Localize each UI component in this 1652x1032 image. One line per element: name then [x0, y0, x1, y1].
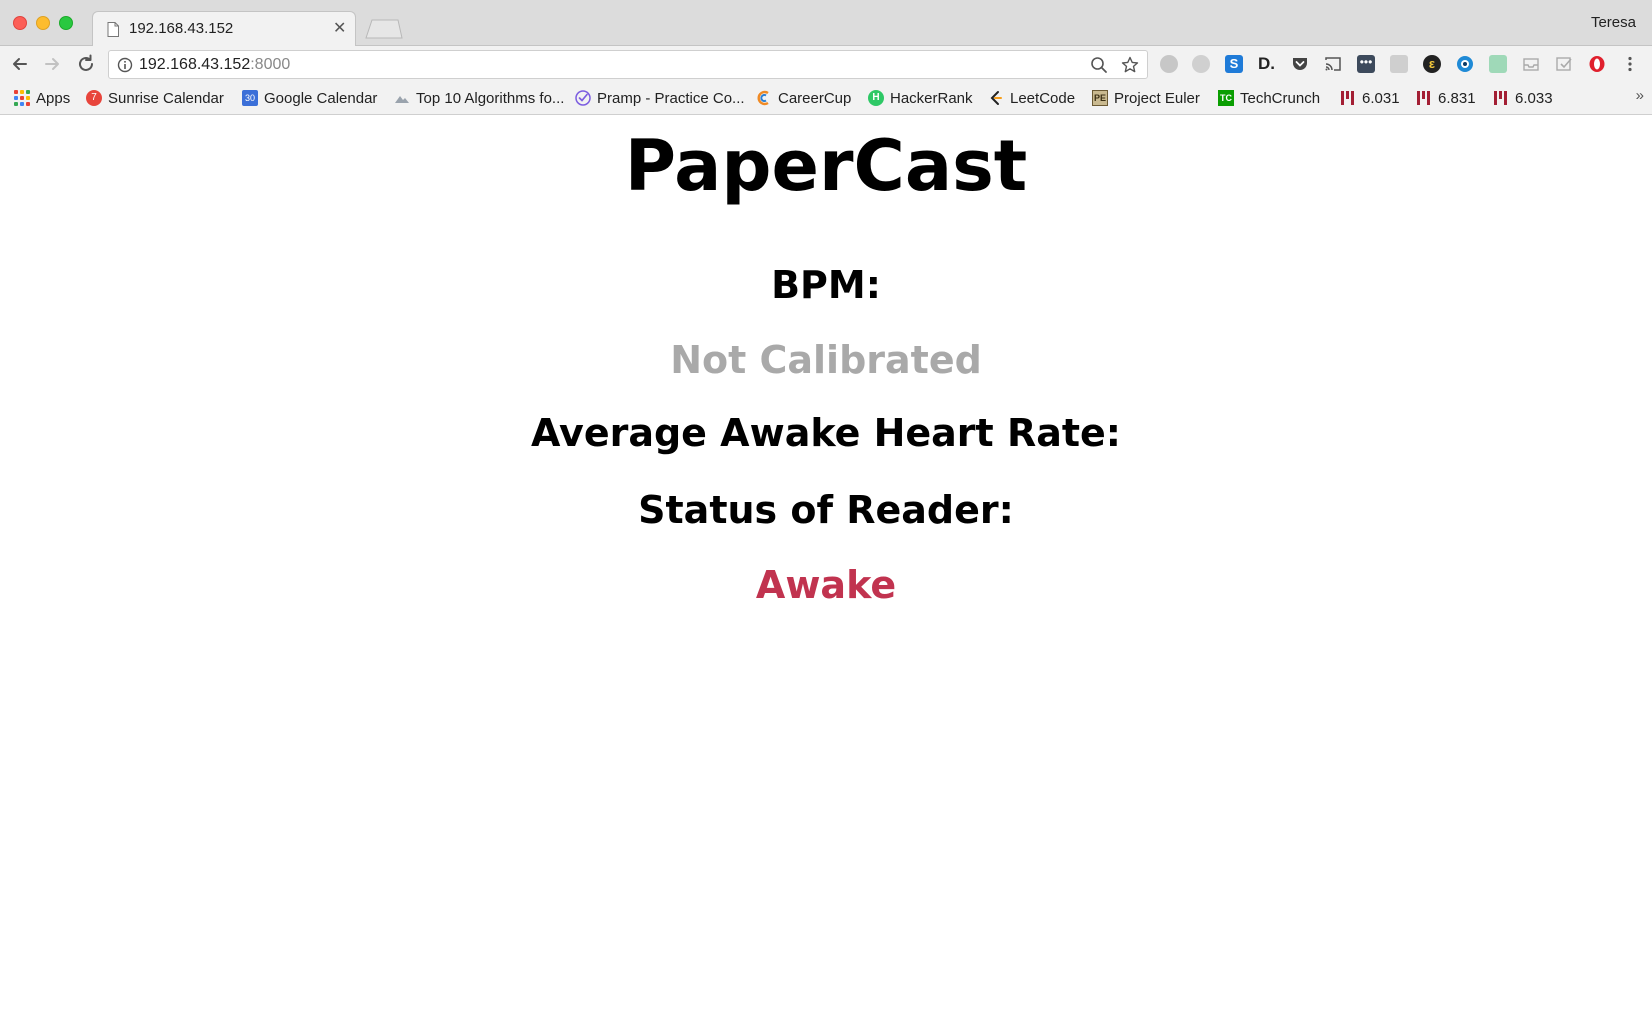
bookmark-label: Sunrise Calendar	[108, 89, 224, 107]
bookmark-leetcode[interactable]: LeetCode	[988, 88, 1075, 108]
bookmark-top-10-algorithms[interactable]: Top 10 Algorithms fo...	[394, 88, 564, 108]
bookmark-sunrise-calendar[interactable]: 7 Sunrise Calendar	[86, 88, 224, 108]
extension-d-icon[interactable]: D.	[1258, 55, 1276, 73]
bookmark-careercup[interactable]: CareerCup	[756, 88, 851, 108]
page-content: PaperCast BPM: Not Calibrated Average Aw…	[0, 115, 1652, 1032]
browser-toolbar: 192.168.43.152:8000 S D. ••• ε	[0, 46, 1652, 82]
bookmark-label: Project Euler	[1114, 89, 1200, 107]
mit-icon	[1417, 91, 1430, 105]
project-euler-icon: PE	[1092, 90, 1108, 106]
extension-s-icon[interactable]: S	[1225, 55, 1243, 73]
bookmark-label: Apps	[36, 89, 71, 107]
techcrunch-icon: TC	[1218, 90, 1234, 106]
bookmark-hackerrank[interactable]: H HackerRank	[868, 88, 973, 108]
bpm-value: Not Calibrated	[670, 338, 982, 382]
bookmark-google-calendar[interactable]: 30 Google Calendar	[242, 88, 377, 108]
extension-inbox-icon[interactable]	[1522, 55, 1540, 73]
bookmark-pramp[interactable]: Pramp - Practice Co...	[575, 88, 745, 108]
window-maximize-button[interactable]	[59, 16, 73, 30]
profile-name[interactable]: Teresa	[1591, 14, 1636, 31]
new-tab-button[interactable]	[364, 19, 404, 39]
url-host: 192.168.43.152	[139, 56, 251, 73]
extension-gray-circle-icon[interactable]	[1192, 55, 1210, 73]
mit-icon	[1341, 91, 1354, 105]
browser-tab-active[interactable]: 192.168.43.152 ✕	[92, 11, 356, 47]
info-icon[interactable]	[117, 57, 133, 73]
reload-icon[interactable]	[76, 54, 96, 74]
careercup-icon	[757, 90, 769, 106]
mit-icon	[1494, 91, 1507, 105]
pocket-icon[interactable]	[1291, 55, 1309, 73]
zoom-search-icon[interactable]	[1090, 56, 1108, 74]
url-text[interactable]: 192.168.43.152:8000	[139, 56, 290, 74]
bookmark-techcrunch[interactable]: TC TechCrunch	[1218, 88, 1320, 108]
google-calendar-icon: 30	[242, 90, 258, 106]
more-menu-icon[interactable]	[1621, 55, 1639, 73]
window-minimize-button[interactable]	[36, 16, 50, 30]
bookmark-label: HackerRank	[890, 89, 973, 107]
bookmark-6-831[interactable]: 6.831	[1416, 88, 1476, 108]
page-title: PaperCast	[624, 125, 1028, 207]
forward-arrow-icon[interactable]	[42, 54, 62, 74]
bookmarks-overflow-chevron-icon[interactable]: »	[1636, 87, 1644, 104]
extension-check-box-icon[interactable]	[1555, 55, 1573, 73]
url-port: :8000	[250, 56, 291, 73]
back-arrow-icon[interactable]	[10, 54, 30, 74]
apps-grid-icon	[14, 90, 30, 106]
window-close-button[interactable]	[13, 16, 27, 30]
cast-icon[interactable]	[1324, 55, 1342, 73]
address-bar[interactable]: 192.168.43.152:8000	[108, 50, 1148, 79]
bookmark-label: Top 10 Algorithms fo...	[416, 89, 565, 107]
bookmark-label: Pramp - Practice Co...	[597, 89, 745, 107]
pramp-check-icon	[575, 90, 591, 106]
tab-title: 192.168.43.152	[129, 20, 234, 37]
page-icon	[107, 22, 119, 37]
bookmark-apps[interactable]: Apps	[14, 88, 70, 108]
browser-titlebar: 192.168.43.152 ✕ Teresa	[0, 0, 1652, 47]
bookmark-label: 6.033	[1515, 89, 1553, 107]
opera-icon[interactable]	[1588, 55, 1606, 73]
average-heart-rate-label: Average Awake Heart Rate:	[531, 411, 1121, 455]
bookmark-star-icon[interactable]	[1121, 56, 1139, 74]
extension-gray-icon[interactable]	[1160, 55, 1178, 73]
extension-dots-icon[interactable]: •••	[1357, 55, 1375, 73]
evernote-icon[interactable]: ε	[1423, 55, 1441, 73]
bookmark-label: CareerCup	[778, 89, 852, 107]
extension-k-icon[interactable]	[1390, 55, 1408, 73]
bookmark-label: TechCrunch	[1240, 89, 1321, 107]
extension-eye-icon[interactable]	[1456, 55, 1474, 73]
bookmark-label: 6.831	[1438, 89, 1476, 107]
mountain-icon	[395, 96, 409, 103]
leetcode-icon	[990, 91, 1002, 105]
bookmark-6-031[interactable]: 6.031	[1340, 88, 1400, 108]
bpm-label: BPM:	[771, 263, 881, 307]
tab-close-icon[interactable]: ✕	[333, 18, 346, 38]
bookmark-project-euler[interactable]: PE Project Euler	[1092, 88, 1200, 108]
hackerrank-icon: H	[868, 90, 884, 106]
bookmark-6-033[interactable]: 6.033	[1493, 88, 1553, 108]
bookmark-label: LeetCode	[1010, 89, 1076, 107]
sunrise-calendar-icon: 7	[86, 90, 102, 106]
bookmarks-bar: Apps 7 Sunrise Calendar 30 Google Calend…	[0, 82, 1652, 115]
reader-status-label: Status of Reader:	[638, 488, 1014, 532]
reader-status-value: Awake	[755, 563, 897, 607]
bookmark-label: 6.031	[1362, 89, 1400, 107]
extension-audio-icon[interactable]	[1489, 55, 1507, 73]
bookmark-label: Google Calendar	[264, 89, 378, 107]
